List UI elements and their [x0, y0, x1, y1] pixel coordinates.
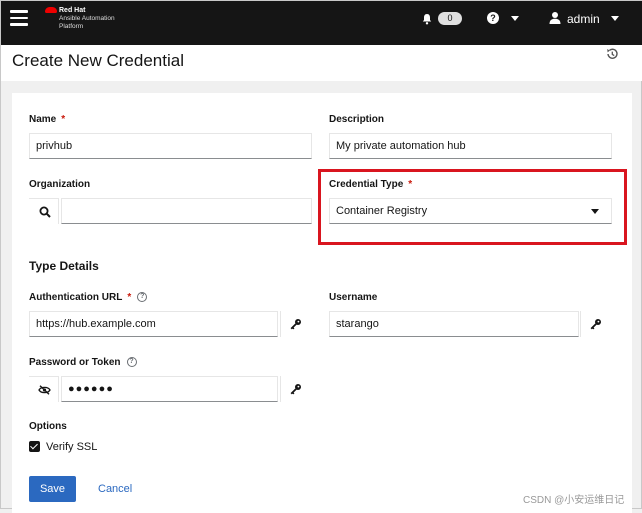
password-input[interactable]: ●●●●●● — [61, 376, 278, 402]
username-label: Username — [329, 292, 378, 303]
cancel-button[interactable]: Cancel — [98, 483, 132, 495]
description-input[interactable]: My private automation hub — [329, 133, 612, 159]
notification-count-badge[interactable]: 0 — [438, 12, 462, 25]
brand-company: Red Hat — [59, 7, 86, 14]
required-marker: * — [61, 114, 66, 125]
password-secret-button[interactable] — [280, 376, 310, 402]
organization-input[interactable] — [61, 198, 312, 224]
auth-url-input[interactable]: https://hub.example.com — [29, 311, 278, 337]
key-icon — [290, 384, 301, 395]
red-hat-icon — [45, 7, 57, 13]
watermark: CSDN @小安运维日记 — [523, 495, 625, 506]
user-menu-chevron-down-icon[interactable] — [611, 16, 619, 21]
username-secret-button[interactable] — [580, 311, 610, 337]
auth-url-secret-button[interactable] — [280, 311, 310, 337]
type-details-heading: Type Details — [29, 259, 99, 273]
bell-icon[interactable] — [421, 13, 433, 25]
required-marker: * — [127, 292, 132, 303]
key-icon — [290, 319, 301, 330]
password-label: Password or Token? — [29, 357, 137, 368]
page-title: Create New Credential — [12, 51, 184, 70]
toggle-password-visibility-button[interactable] — [29, 376, 59, 402]
key-icon — [590, 319, 601, 330]
history-icon[interactable] — [605, 47, 619, 61]
app-window: Red Hat Ansible Automation Platform 0 ? … — [0, 0, 642, 513]
name-input[interactable]: privhub — [29, 133, 312, 159]
name-label: Name * — [29, 114, 66, 125]
organization-label: Organization — [29, 179, 91, 190]
hamburger-menu-icon[interactable] — [10, 10, 28, 26]
credential-type-highlight-box — [318, 169, 627, 245]
organization-lookup-button[interactable] — [29, 198, 59, 224]
help-icon[interactable]: ? — [126, 357, 137, 368]
eye-slash-icon — [38, 385, 51, 395]
user-menu-name[interactable]: admin — [567, 12, 600, 26]
description-label: Description — [329, 114, 385, 125]
help-icon[interactable]: ? — [137, 292, 148, 303]
verify-ssl-label[interactable]: Verify SSL — [46, 441, 97, 453]
brand-product-line1: Ansible Automation — [59, 15, 115, 22]
top-nav-bar: Red Hat Ansible Automation Platform 0 ? … — [1, 1, 642, 45]
brand-product-line2: Platform — [59, 23, 84, 30]
help-icon[interactable]: ? — [487, 12, 499, 24]
search-icon — [39, 206, 51, 218]
save-button[interactable]: Save — [29, 476, 76, 502]
help-menu-chevron-down-icon[interactable] — [511, 16, 519, 21]
page-header: Create New Credential — [1, 45, 642, 81]
options-label: Options — [29, 421, 67, 432]
username-input[interactable]: starango — [329, 311, 579, 337]
auth-url-label: Authentication URL *? — [29, 292, 148, 303]
verify-ssl-checkbox[interactable] — [29, 441, 40, 452]
user-icon[interactable] — [549, 11, 561, 25]
